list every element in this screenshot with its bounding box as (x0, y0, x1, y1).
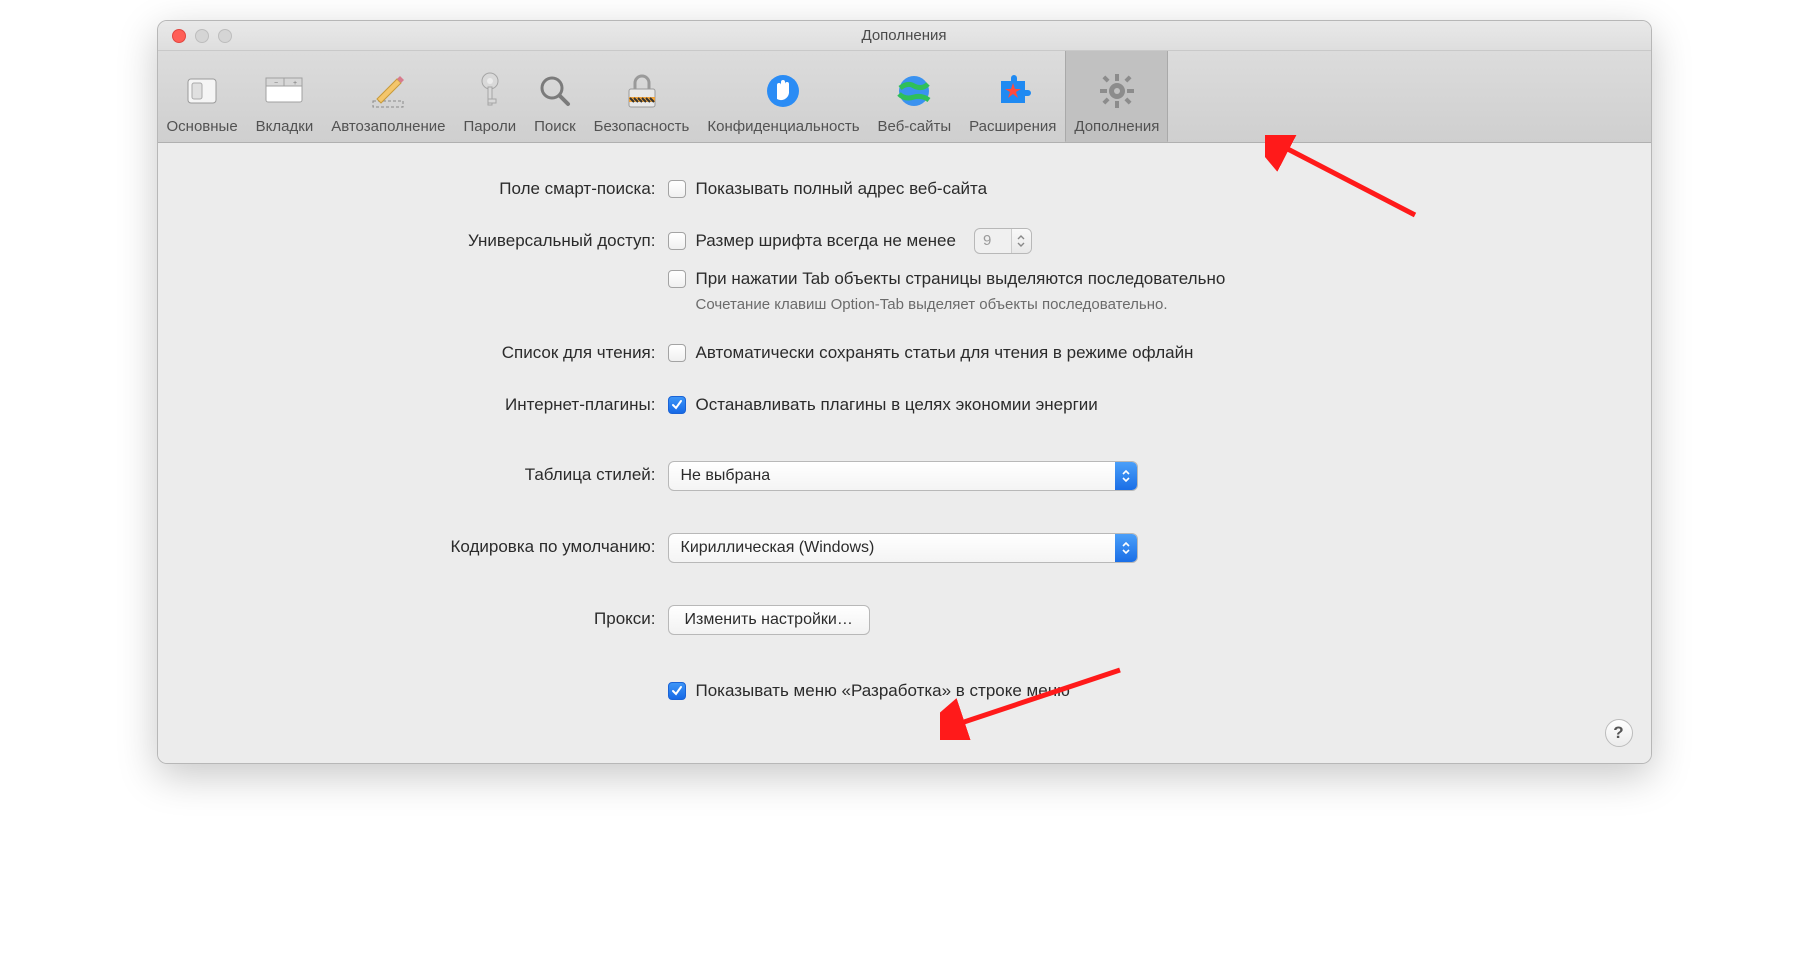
tab-privacy[interactable]: Конфиденциальность (698, 50, 868, 142)
tab-label: Основные (167, 118, 238, 135)
tab-websites[interactable]: Веб-сайты (869, 50, 961, 142)
globe-icon (897, 68, 931, 114)
show-develop-menu-label: Показывать меню «Разработка» в строке ме… (696, 677, 1070, 705)
zoom-window-button[interactable] (218, 29, 232, 43)
tab-label: Дополнения (1074, 118, 1159, 135)
tab-advanced[interactable]: Дополнения (1065, 50, 1168, 142)
show-develop-menu-checkbox[interactable] (668, 682, 686, 700)
tab-passwords[interactable]: Пароли (454, 50, 525, 142)
min-font-size-label: Размер шрифта всегда не менее (696, 227, 956, 255)
tab-label: Пароли (463, 118, 516, 135)
proxy-settings-button[interactable]: Изменить настройки… (668, 605, 870, 635)
tab-security[interactable]: Безопасность (585, 50, 699, 142)
preferences-toolbar: Основные −+ Вкладки Автозаполнение (158, 51, 1651, 143)
tab-tabs[interactable]: −+ Вкладки (247, 50, 323, 142)
help-label: ? (1613, 723, 1623, 743)
chevron-updown-icon (1115, 534, 1137, 562)
tab-general[interactable]: Основные (158, 50, 247, 142)
min-font-size-checkbox[interactable] (668, 232, 686, 250)
hand-icon (765, 68, 801, 114)
show-full-url-label: Показывать полный адрес веб-сайта (696, 175, 988, 203)
encoding-select[interactable]: Кириллическая (Windows) (668, 533, 1138, 563)
tab-label: Вкладки (256, 118, 314, 135)
tab-label: Расширения (969, 118, 1056, 135)
tab-label: Безопасность (594, 118, 690, 135)
tab-autofill[interactable]: Автозаполнение (322, 50, 454, 142)
stylesheet-label: Таблица стилей: (180, 461, 668, 489)
svg-text:+: + (293, 80, 297, 87)
plugins-label: Интернет-плагины: (180, 391, 668, 419)
stylesheet-value: Не выбрана (669, 467, 1115, 485)
tab-label: Конфиденциальность (707, 118, 859, 135)
window-title: Дополнения (158, 27, 1651, 44)
gear-icon (1098, 68, 1136, 114)
help-button[interactable]: ? (1605, 719, 1633, 747)
stop-plugins-label: Останавливать плагины в целях экономии э… (696, 391, 1098, 419)
window-controls (158, 29, 232, 43)
stop-plugins-checkbox[interactable] (668, 396, 686, 414)
tab-label: Веб-сайты (878, 118, 952, 135)
tab-highlights-hint: Сочетание клавиш Option-Tab выделяет объ… (696, 295, 1176, 315)
smart-search-label: Поле смарт-поиска: (180, 175, 668, 203)
reading-list-offline-checkbox[interactable] (668, 344, 686, 362)
advanced-pane: Поле смарт-поиска: Показывать полный адр… (158, 143, 1651, 763)
min-font-size-value: 9 (975, 228, 1011, 254)
tab-highlights-checkbox[interactable] (668, 270, 686, 288)
pencil-icon (367, 68, 409, 114)
reading-list-label: Список для чтения: (180, 339, 668, 367)
tab-extensions[interactable]: Расширения (960, 50, 1065, 142)
stylesheet-select[interactable]: Не выбрана (668, 461, 1138, 491)
tab-search[interactable]: Поиск (525, 50, 585, 142)
encoding-value: Кириллическая (Windows) (669, 539, 1115, 557)
svg-text:−: − (274, 80, 278, 87)
tab-highlights-label: При нажатии Tab объекты страницы выделяю… (696, 265, 1226, 293)
tab-label: Автозаполнение (331, 118, 445, 135)
puzzle-icon (995, 68, 1031, 114)
search-icon (537, 68, 573, 114)
minimize-window-button[interactable] (195, 29, 209, 43)
min-font-size-select[interactable]: 9 (974, 228, 1032, 254)
accessibility-label: Универсальный доступ: (180, 227, 668, 255)
proxy-label: Прокси: (180, 605, 668, 633)
encoding-label: Кодировка по умолчанию: (180, 533, 668, 561)
tab-label: Поиск (534, 118, 576, 135)
show-full-url-checkbox[interactable] (668, 180, 686, 198)
reading-list-offline-label: Автоматически сохранять статьи для чтени… (696, 339, 1194, 367)
close-window-button[interactable] (172, 29, 186, 43)
lock-icon (625, 68, 659, 114)
chevron-updown-icon (1011, 229, 1031, 253)
preferences-window: Дополнения Основные −+ Вкладки (157, 20, 1652, 764)
proxy-button-label: Изменить настройки… (685, 611, 853, 629)
tabs-icon: −+ (264, 68, 304, 114)
switch-icon (184, 68, 220, 114)
chevron-updown-icon (1115, 462, 1137, 490)
titlebar: Дополнения (158, 21, 1651, 51)
key-icon (475, 68, 505, 114)
